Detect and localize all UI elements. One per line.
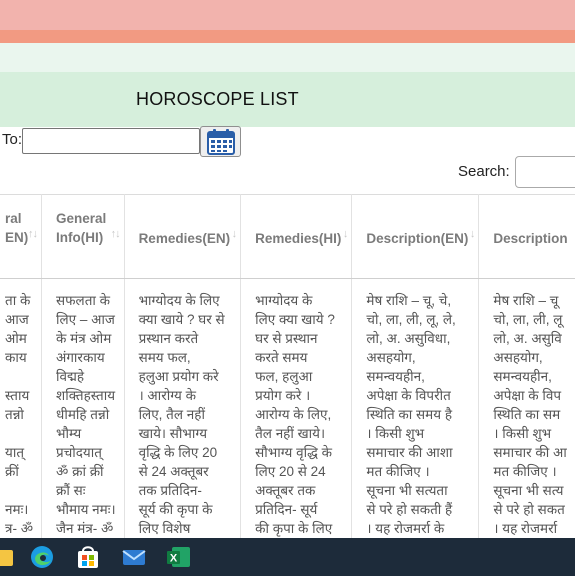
column-header[interactable]: Description(EN) ↓: [351, 194, 480, 279]
table-cell: भाग्योदय के लिए क्या खाये ? घर से प्रस्थ…: [240, 278, 353, 557]
cell-text: ता के आज ओम काय स्ताय तन्नो यात् क्रीं न…: [5, 293, 34, 536]
column-header[interactable]: Description: [478, 194, 575, 279]
folder-icon[interactable]: [0, 544, 14, 570]
column-header[interactable]: Remedies(EN) ↓: [123, 194, 242, 279]
accent-band: [0, 30, 575, 43]
table-cell: ता के आज ओम काय स्ताय तन्नो यात् क्रीं न…: [0, 278, 43, 557]
cell-text: सफलता के लिए – आज के मंत्र ओम अंगारकाय व…: [56, 293, 116, 555]
calendar-icon: [206, 128, 235, 155]
cell-text: भाग्योदय के लिए क्या खाये ? घर से प्रस्थ…: [138, 293, 225, 555]
horoscope-table: ral EN) ↑↓ General Info(HI) ↑↓ Remedies(EN…: [0, 194, 575, 557]
excel-icon[interactable]: X: [166, 544, 192, 570]
to-date-label: To:: [2, 131, 23, 148]
cell-text: मेष राशि – चू, चे, चो, ला, ली, लू, ले, ल…: [366, 293, 456, 555]
edge-icon[interactable]: [29, 544, 55, 570]
table-header-row: ral EN) ↑↓ General Info(HI) ↑↓ Remedies(EN…: [0, 194, 575, 279]
sort-icon: ↑↓: [28, 228, 38, 240]
column-header[interactable]: ral EN) ↑↓: [0, 194, 43, 279]
sort-icon: ↓: [469, 228, 475, 240]
column-header[interactable]: General Info(HI) ↑↓: [41, 194, 125, 279]
table-cell: मेष राशि – चू चो, ला, ली, लू लो, अ. असुव…: [478, 278, 575, 557]
page-title: HOROSCOPE LIST: [136, 89, 299, 109]
column-header-label: General Info(HI): [56, 211, 107, 245]
column-header-label: Remedies(EN): [138, 231, 231, 246]
search-label: Search:: [458, 163, 510, 180]
column-header-label: Remedies(HI): [255, 231, 342, 246]
store-icon[interactable]: [75, 544, 101, 570]
table-cell: मेष राशि – चू, चे, चो, ला, ली, लू, ले, ल…: [351, 278, 480, 557]
column-header[interactable]: Remedies(HI) ↓: [240, 194, 353, 279]
search-input[interactable]: [515, 156, 575, 188]
to-date-input[interactable]: [22, 128, 200, 154]
column-header-label: ral EN): [5, 211, 29, 245]
calendar-button[interactable]: [200, 126, 241, 157]
sort-icon: ↑↓: [110, 228, 121, 240]
cell-text: मेष राशि – चू चो, ला, ली, लू लो, अ. असुव…: [493, 293, 567, 555]
mail-icon[interactable]: [121, 544, 147, 570]
cell-text: भाग्योदय के लिए क्या खाये ? घर से प्रस्थ…: [255, 293, 335, 555]
sort-icon: ↓: [231, 228, 237, 240]
table-row[interactable]: ता के आज ओम काय स्ताय तन्नो यात् क्रीं न…: [0, 278, 575, 557]
column-header-label: Description(EN): [366, 231, 469, 246]
light-band: [0, 43, 575, 72]
excel-letter: X: [170, 553, 178, 565]
sort-icon: ↓: [342, 228, 348, 240]
column-header-label: Description: [493, 231, 568, 246]
table-cell: भाग्योदय के लिए क्या खाये ? घर से प्रस्थ…: [123, 278, 242, 557]
top-band: [0, 0, 575, 30]
page: HOROSCOPE LIST To: Search: ral EN) ↑↓ Gen…: [0, 0, 575, 576]
table-cell: सफलता के लिए – आज के मंत्र ओम अंगारकाय व…: [41, 278, 125, 557]
